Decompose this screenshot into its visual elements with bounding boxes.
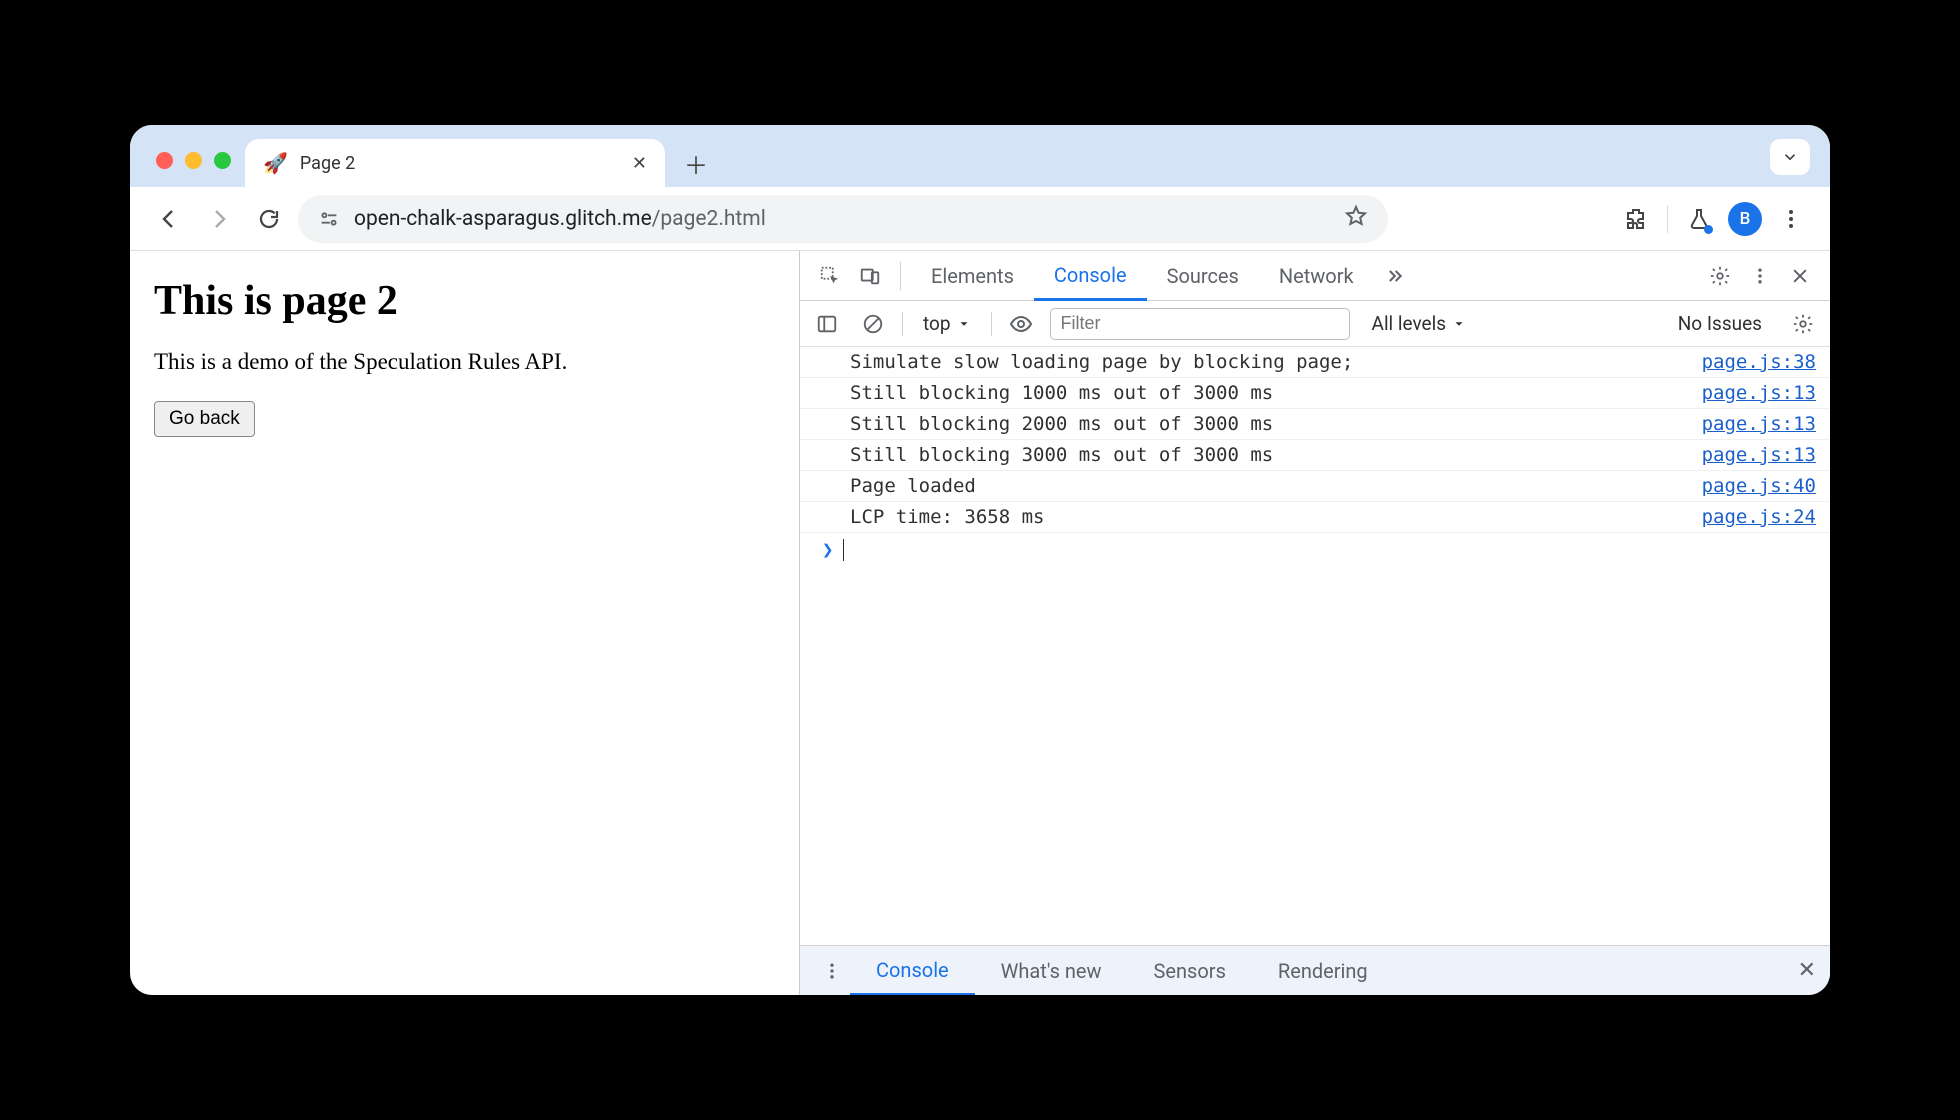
devtools-close-icon[interactable]	[1780, 256, 1820, 296]
log-row: LCP time: 3658 ms page.js:24	[800, 502, 1830, 533]
more-tabs-icon[interactable]	[1374, 256, 1414, 296]
window-minimize-button[interactable]	[185, 152, 202, 169]
console-context-selector[interactable]: top	[915, 312, 979, 335]
devtools-settings-icon[interactable]	[1700, 256, 1740, 296]
experiments-button[interactable]	[1678, 198, 1720, 240]
log-row: Still blocking 2000 ms out of 3000 ms pa…	[800, 409, 1830, 440]
log-source-link[interactable]: page.js:38	[1686, 351, 1816, 373]
go-back-button[interactable]: Go back	[154, 401, 255, 437]
separator	[900, 262, 901, 290]
extensions-button[interactable]	[1615, 198, 1657, 240]
separator	[991, 312, 992, 336]
log-levels-selector[interactable]: All levels	[1372, 312, 1467, 335]
page-heading: This is page 2	[154, 277, 775, 325]
tab-console[interactable]: Console	[1034, 252, 1147, 301]
rendered-page: This is page 2 This is a demo of the Spe…	[130, 251, 800, 995]
drawer-tab-rendering[interactable]: Rendering	[1252, 946, 1394, 995]
page-description: This is a demo of the Speculation Rules …	[154, 349, 775, 375]
new-tab-button[interactable]: ＋	[677, 144, 715, 182]
profile-button[interactable]: B	[1724, 198, 1766, 240]
log-message: Still blocking 3000 ms out of 3000 ms	[850, 444, 1686, 466]
log-levels-label: All levels	[1372, 312, 1447, 335]
clear-console-icon[interactable]	[856, 307, 890, 341]
log-row: Still blocking 3000 ms out of 3000 ms pa…	[800, 440, 1830, 471]
tabs-dropdown-button[interactable]	[1770, 139, 1810, 175]
tab-strip: 🚀 Page 2 ✕ ＋	[130, 125, 1830, 187]
url-host: open-chalk-asparagus.glitch.me	[354, 207, 652, 231]
console-settings-icon[interactable]	[1786, 307, 1820, 341]
tab-close-button[interactable]: ✕	[632, 153, 647, 174]
forward-button[interactable]	[198, 198, 240, 240]
log-row: Simulate slow loading page by blocking p…	[800, 347, 1830, 378]
prompt-chevron-icon: ❯	[822, 539, 833, 561]
drawer-menu-icon[interactable]	[814, 953, 850, 989]
traffic-lights	[142, 152, 245, 187]
log-row: Still blocking 1000 ms out of 3000 ms pa…	[800, 378, 1830, 409]
log-source-link[interactable]: page.js:13	[1686, 382, 1816, 404]
live-expression-icon[interactable]	[1004, 307, 1038, 341]
drawer-close-icon[interactable]: ✕	[1798, 958, 1816, 983]
prompt-cursor	[843, 539, 844, 561]
browser-window: 🚀 Page 2 ✕ ＋ open-chalk-asparagus.glitch…	[130, 125, 1830, 995]
experiments-badge	[1704, 225, 1713, 234]
avatar: B	[1728, 202, 1762, 236]
devtools-tab-bar: Elements Console Sources Network	[800, 251, 1830, 301]
separator	[1667, 205, 1668, 233]
log-message: Simulate slow loading page by blocking p…	[850, 351, 1686, 373]
window-close-button[interactable]	[156, 152, 173, 169]
console-sidebar-toggle-icon[interactable]	[810, 307, 844, 341]
issues-button[interactable]: No Issues	[1678, 312, 1762, 335]
content-area: This is page 2 This is a demo of the Spe…	[130, 251, 1830, 995]
log-message: Still blocking 1000 ms out of 3000 ms	[850, 382, 1686, 404]
tab-title: Page 2	[300, 153, 620, 174]
drawer-tab-whats-new[interactable]: What's new	[975, 946, 1128, 995]
device-toolbar-icon[interactable]	[850, 256, 890, 296]
log-source-link[interactable]: page.js:40	[1686, 475, 1816, 497]
devtools-drawer: Console What's new Sensors Rendering ✕	[800, 945, 1830, 995]
address-bar[interactable]: open-chalk-asparagus.glitch.me/page2.htm…	[298, 195, 1388, 243]
console-log-area: Simulate slow loading page by blocking p…	[800, 347, 1830, 945]
log-message: Page loaded	[850, 475, 1686, 497]
browser-toolbar: open-chalk-asparagus.glitch.me/page2.htm…	[130, 187, 1830, 251]
log-message: Still blocking 2000 ms out of 3000 ms	[850, 413, 1686, 435]
devtools-menu-icon[interactable]	[1740, 256, 1780, 296]
back-button[interactable]	[148, 198, 190, 240]
issues-label: No Issues	[1678, 312, 1762, 335]
url-path: /page2.html	[652, 207, 766, 231]
url-text: open-chalk-asparagus.glitch.me/page2.htm…	[354, 207, 1330, 231]
bookmark-star-icon[interactable]	[1344, 204, 1368, 234]
drawer-tab-sensors[interactable]: Sensors	[1128, 946, 1252, 995]
console-filter-input[interactable]	[1050, 308, 1350, 340]
log-source-link[interactable]: page.js:13	[1686, 444, 1816, 466]
tab-sources[interactable]: Sources	[1147, 251, 1259, 300]
console-context-label: top	[923, 312, 951, 335]
log-source-link[interactable]: page.js:24	[1686, 506, 1816, 528]
browser-tab[interactable]: 🚀 Page 2 ✕	[245, 139, 665, 187]
log-message: LCP time: 3658 ms	[850, 506, 1686, 528]
separator	[902, 312, 903, 336]
drawer-tab-console[interactable]: Console	[850, 947, 975, 996]
console-toolbar: top All levels No Issues	[800, 301, 1830, 347]
tab-network[interactable]: Network	[1259, 251, 1374, 300]
tab-favicon: 🚀	[263, 151, 288, 175]
reload-button[interactable]	[248, 198, 290, 240]
log-row: Page loaded page.js:40	[800, 471, 1830, 502]
chrome-menu-button[interactable]	[1770, 198, 1812, 240]
devtools-panel: Elements Console Sources Network	[800, 251, 1830, 995]
inspect-element-icon[interactable]	[810, 256, 850, 296]
site-settings-icon[interactable]	[318, 208, 340, 230]
window-maximize-button[interactable]	[214, 152, 231, 169]
log-source-link[interactable]: page.js:13	[1686, 413, 1816, 435]
console-prompt[interactable]: ❯	[800, 533, 1830, 567]
tab-elements[interactable]: Elements	[911, 251, 1034, 300]
